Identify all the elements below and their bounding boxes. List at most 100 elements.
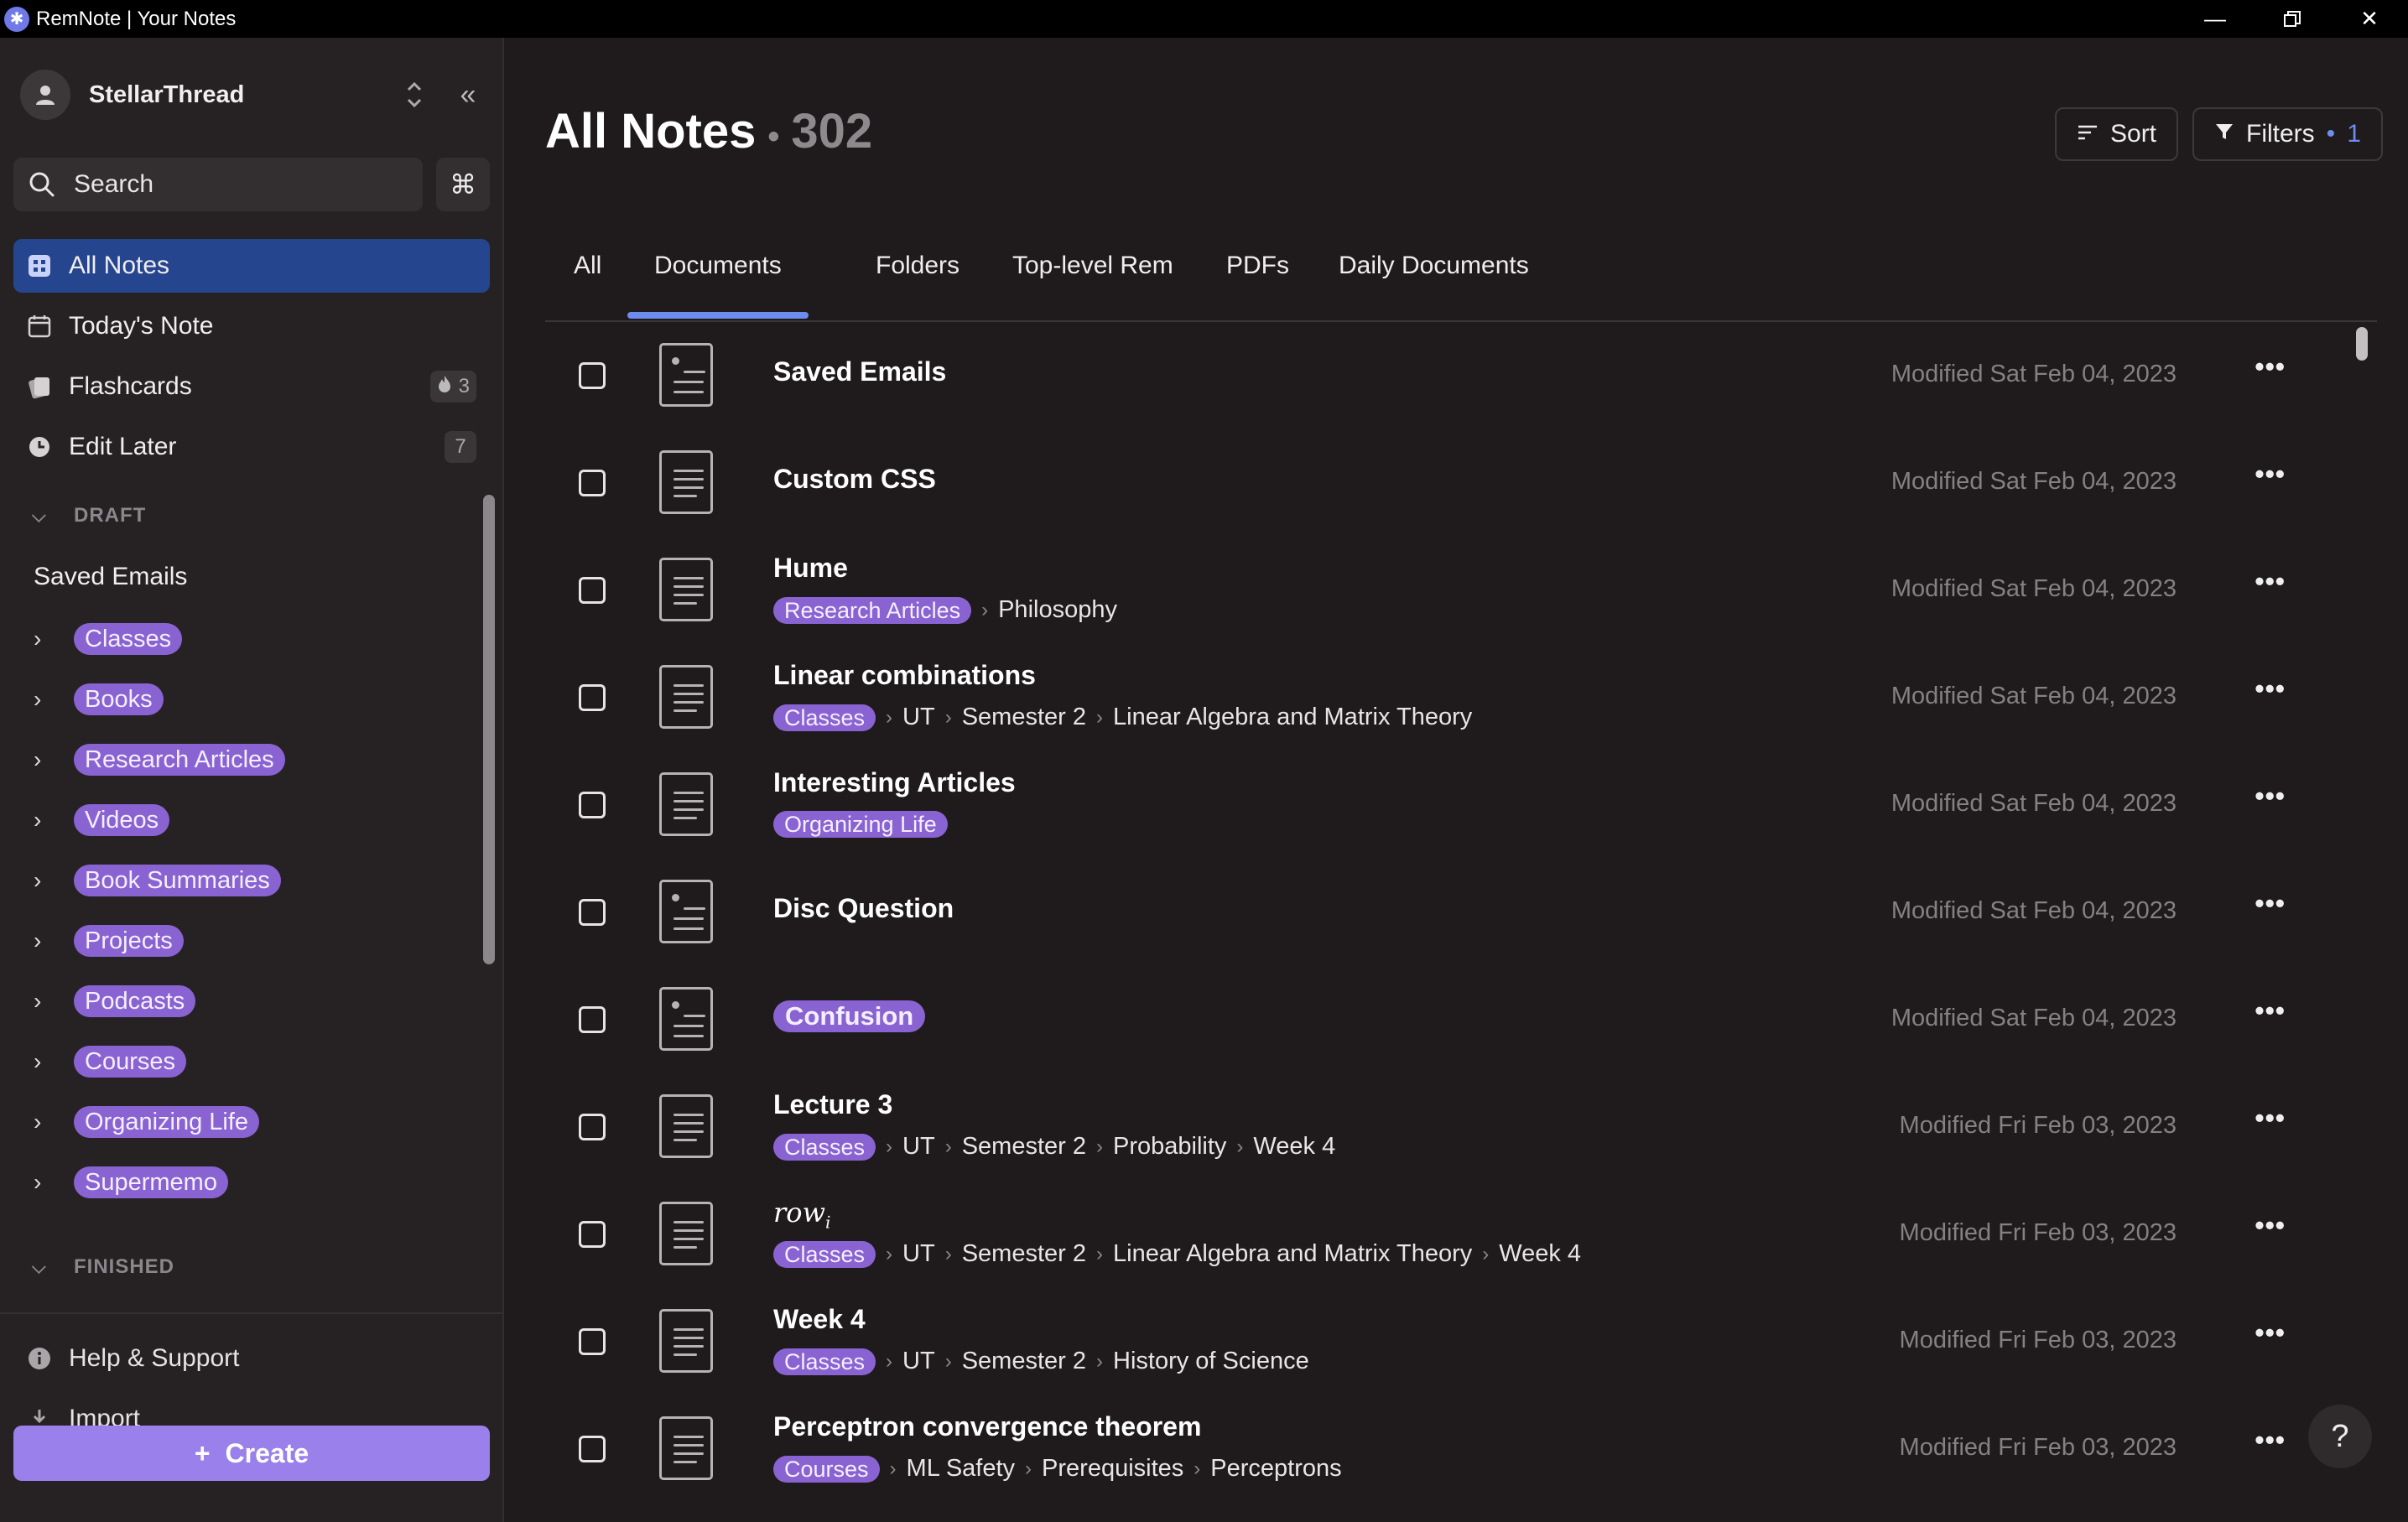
- sidebar-tree-item[interactable]: › Organizing Life: [34, 1101, 260, 1143]
- sidebar-item-flashcards[interactable]: Flashcards 3: [13, 360, 490, 413]
- sidebar-item-todays-note[interactable]: Today's Note: [13, 299, 490, 353]
- more-options-icon[interactable]: •••: [2255, 1425, 2286, 1456]
- sidebar-item-all-notes[interactable]: All Notes: [13, 239, 490, 293]
- row-checkbox[interactable]: [579, 792, 606, 818]
- breadcrumb-item[interactable]: UT: [902, 1240, 935, 1268]
- chevron-right-icon[interactable]: ›: [34, 746, 59, 773]
- sort-button[interactable]: Sort: [2055, 107, 2179, 161]
- row-title[interactable]: Confusion: [773, 1000, 926, 1032]
- breadcrumb-item[interactable]: Philosophy: [998, 596, 1117, 624]
- row-checkbox[interactable]: [579, 577, 606, 604]
- sidebar-tree-item[interactable]: › Videos: [34, 799, 170, 841]
- breadcrumb-tag[interactable]: Classes: [773, 1348, 876, 1375]
- sidebar-doc-saved-emails[interactable]: Saved Emails: [34, 563, 187, 591]
- command-palette-button[interactable]: ⌘: [436, 158, 490, 211]
- sidebar-tree-item[interactable]: › Supermemo: [34, 1161, 228, 1203]
- more-options-icon[interactable]: •••: [2255, 459, 2286, 490]
- collapse-sidebar-icon[interactable]: «: [448, 75, 488, 115]
- search-button[interactable]: Search: [13, 158, 423, 211]
- breadcrumb-item[interactable]: ML Safety: [907, 1455, 1015, 1483]
- chevron-right-icon[interactable]: ›: [34, 1169, 59, 1196]
- breadcrumb-item[interactable]: Semester 2: [962, 1348, 1086, 1375]
- breadcrumb-item[interactable]: Perceptrons: [1210, 1455, 1341, 1483]
- chevron-right-icon[interactable]: ›: [34, 626, 59, 652]
- row-title[interactable]: Saved Emails: [773, 356, 946, 387]
- breadcrumb-item[interactable]: History of Science: [1113, 1348, 1309, 1375]
- more-options-icon[interactable]: •••: [2255, 351, 2286, 382]
- tab-folders[interactable]: Folders: [876, 252, 960, 280]
- sidebar-tree-item[interactable]: › Research Articles: [34, 739, 285, 781]
- section-draft-header[interactable]: ⌵ DRAFT: [32, 504, 146, 527]
- close-icon[interactable]: ✕: [2331, 0, 2408, 38]
- sidebar-tree-item[interactable]: › Podcasts: [34, 980, 196, 1022]
- breadcrumb-item[interactable]: Semester 2: [962, 1133, 1086, 1161]
- tab-pdfs[interactable]: PDFs: [1226, 252, 1289, 280]
- chevron-right-icon[interactable]: ›: [34, 686, 59, 713]
- minimize-icon[interactable]: —: [2177, 0, 2254, 38]
- sidebar-tree-item[interactable]: › Courses: [34, 1041, 186, 1083]
- breadcrumb-tag[interactable]: Classes: [773, 704, 876, 731]
- breadcrumb-item[interactable]: Prerequisites: [1042, 1455, 1183, 1483]
- list-item[interactable]: Saved Emails Modified Sat Feb 04, 2023 •••: [545, 323, 2340, 430]
- more-options-icon[interactable]: •••: [2255, 1210, 2286, 1241]
- breadcrumb-item[interactable]: UT: [902, 704, 935, 731]
- list-item[interactable]: Interesting Articles Organizing Life Modif…: [545, 752, 2340, 860]
- list-item[interactable]: Hume Research Articles › Philosophy Modified…: [545, 538, 2340, 645]
- restore-icon[interactable]: [2254, 0, 2331, 38]
- filters-button[interactable]: Filters • 1: [2192, 107, 2383, 161]
- row-title[interactable]: Week 4: [773, 1304, 866, 1335]
- chevron-right-icon[interactable]: ›: [34, 807, 59, 834]
- more-options-icon[interactable]: •••: [2255, 1103, 2286, 1134]
- sidebar-tree-item[interactable]: › Classes: [34, 618, 183, 660]
- sidebar-item-edit-later[interactable]: Edit Later 7: [13, 420, 490, 474]
- breadcrumb-item[interactable]: Linear Algebra and Matrix Theory: [1113, 704, 1472, 731]
- list-item[interactable]: rowi Classes › UT › Semester 2 › Linear Algebra…: [545, 1182, 2340, 1289]
- help-button[interactable]: ?: [2308, 1405, 2372, 1468]
- breadcrumb-tag[interactable]: Organizing Life: [773, 811, 948, 838]
- more-options-icon[interactable]: •••: [2255, 888, 2286, 919]
- list-item[interactable]: Week 4 Classes › UT › Semester 2 › History of S…: [545, 1289, 2340, 1396]
- row-checkbox[interactable]: [579, 1436, 606, 1462]
- row-checkbox[interactable]: [579, 899, 606, 926]
- breadcrumb-tag[interactable]: Research Articles: [773, 596, 972, 624]
- row-title[interactable]: Hume: [773, 553, 848, 584]
- row-checkbox[interactable]: [579, 1114, 606, 1140]
- list-item[interactable]: Linear combinations Classes › UT › Semester 2…: [545, 645, 2340, 752]
- row-checkbox[interactable]: [579, 1328, 606, 1355]
- chevron-right-icon[interactable]: ›: [34, 988, 59, 1015]
- sidebar-tree-item[interactable]: › Book Summaries: [34, 860, 281, 901]
- breadcrumb-tag[interactable]: Classes: [773, 1240, 876, 1268]
- row-checkbox[interactable]: [579, 362, 606, 389]
- more-options-icon[interactable]: •••: [2255, 673, 2286, 704]
- row-checkbox[interactable]: [579, 684, 606, 711]
- row-title[interactable]: Perceptron convergence theorem: [773, 1411, 1201, 1442]
- chevron-right-icon[interactable]: ›: [34, 927, 59, 954]
- breadcrumb-item[interactable]: Week 4: [1499, 1240, 1581, 1268]
- account-switcher[interactable]: StellarThread «: [20, 68, 490, 122]
- list-item[interactable]: Confusion Modified Sat Feb 04, 2023 •••: [545, 967, 2340, 1074]
- row-title[interactable]: Linear combinations: [773, 660, 1036, 691]
- breadcrumb-item[interactable]: Linear Algebra and Matrix Theory: [1113, 1240, 1472, 1268]
- sidebar-tree-item[interactable]: › Projects: [34, 920, 184, 962]
- row-title[interactable]: Disc Question: [773, 893, 954, 924]
- help-support-button[interactable]: Help & Support: [27, 1344, 239, 1373]
- sidebar-scrollbar[interactable]: [483, 495, 495, 964]
- breadcrumb-item[interactable]: Semester 2: [962, 1240, 1086, 1268]
- more-options-icon[interactable]: •••: [2255, 1317, 2286, 1348]
- breadcrumb-item[interactable]: UT: [902, 1348, 935, 1375]
- breadcrumb-item[interactable]: Week 4: [1253, 1133, 1335, 1161]
- more-options-icon[interactable]: •••: [2255, 995, 2286, 1026]
- chevron-right-icon[interactable]: ›: [34, 1109, 59, 1135]
- more-options-icon[interactable]: •••: [2255, 781, 2286, 812]
- list-item[interactable]: Perceptron convergence theorem Courses › ML…: [545, 1396, 2340, 1504]
- chevron-right-icon[interactable]: ›: [34, 867, 59, 894]
- tab-documents[interactable]: Documents: [654, 252, 782, 280]
- list-item[interactable]: Custom CSS Modified Sat Feb 04, 2023 •••: [545, 430, 2340, 538]
- row-checkbox[interactable]: [579, 1221, 606, 1248]
- breadcrumb-item[interactable]: UT: [902, 1133, 935, 1161]
- tab-top-level-rem[interactable]: Top-level Rem: [1012, 252, 1173, 280]
- list-item[interactable]: Lecture 3 Classes › UT › Semester 2 › Probabili…: [545, 1074, 2340, 1182]
- row-title[interactable]: rowi: [773, 1197, 830, 1232]
- row-checkbox[interactable]: [579, 470, 606, 496]
- row-checkbox[interactable]: [579, 1006, 606, 1033]
